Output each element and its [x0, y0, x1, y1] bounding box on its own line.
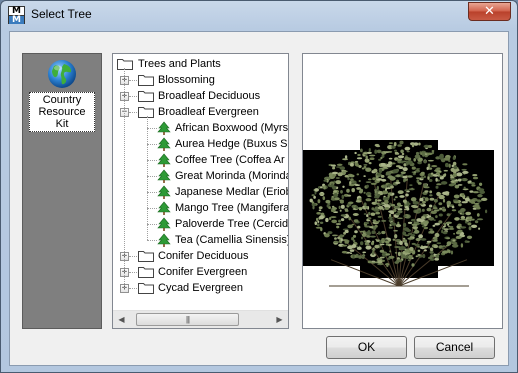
- tree-species-item[interactable]: Paloverde Tree (Cercid: [157, 216, 288, 232]
- resource-kit-panel: Country Resource Kit: [22, 53, 102, 329]
- ok-button[interactable]: OK: [326, 336, 407, 359]
- scroll-right-arrow-icon[interactable]: ▶: [271, 311, 288, 328]
- tree-species-item[interactable]: Aurea Hedge (Buxus Se: [157, 136, 288, 152]
- tree-species-item[interactable]: Mango Tree (Mangifera: [157, 200, 288, 216]
- window-title: Select Tree: [31, 7, 92, 21]
- tree-root[interactable]: Trees and Plants: [117, 56, 287, 72]
- tree-content: Trees and Plants + Blossoming + Broadleaf De…: [113, 54, 288, 312]
- scroll-left-arrow-icon[interactable]: ◀: [113, 311, 130, 328]
- app-icon[interactable]: M M: [8, 6, 25, 25]
- title-bar[interactable]: M M Select Tree ✕: [1, 1, 517, 29]
- tree-category[interactable]: + Conifer Deciduous: [120, 248, 288, 264]
- close-button[interactable]: ✕: [468, 2, 511, 21]
- tree-view[interactable]: Trees and Plants + Blossoming + Broadleaf De…: [112, 53, 289, 329]
- kit-label: Country Resource Kit: [29, 92, 95, 132]
- tree-category[interactable]: + Broadleaf Deciduous: [120, 88, 288, 104]
- scroll-thumb[interactable]: |||: [136, 313, 239, 326]
- tree-category[interactable]: + Blossoming: [120, 72, 288, 88]
- tree-species-item[interactable]: Japanese Medlar (Eriob: [157, 184, 288, 200]
- tree-species-item[interactable]: Great Morinda (Morinda: [157, 168, 288, 184]
- horizontal-scrollbar[interactable]: ◀ ||| ▶: [113, 310, 288, 328]
- cancel-button[interactable]: Cancel: [414, 336, 495, 359]
- globe-icon: [48, 60, 76, 88]
- tree-species-item[interactable]: Tea (Camellia Sinensis): [157, 232, 288, 248]
- tree-category[interactable]: − Broadleaf Evergreen: [120, 104, 288, 120]
- tree-species-item[interactable]: African Boxwood (Myrs: [157, 120, 288, 136]
- tree-category[interactable]: + Conifer Evergreen: [120, 264, 288, 280]
- tree-preview-panel: [302, 53, 503, 329]
- tree-category[interactable]: + Cycad Evergreen: [120, 280, 288, 296]
- country-resource-kit-item[interactable]: Country Resource Kit: [29, 58, 95, 132]
- tree-preview-image: [303, 54, 502, 328]
- dialog-body: Country Resource Kit Trees and Plants + Bl…: [9, 31, 509, 366]
- select-tree-dialog: M M Select Tree ✕ Country Resource Kit T…: [0, 0, 518, 373]
- tree-species-item[interactable]: Coffee Tree (Coffea Ar: [157, 152, 288, 168]
